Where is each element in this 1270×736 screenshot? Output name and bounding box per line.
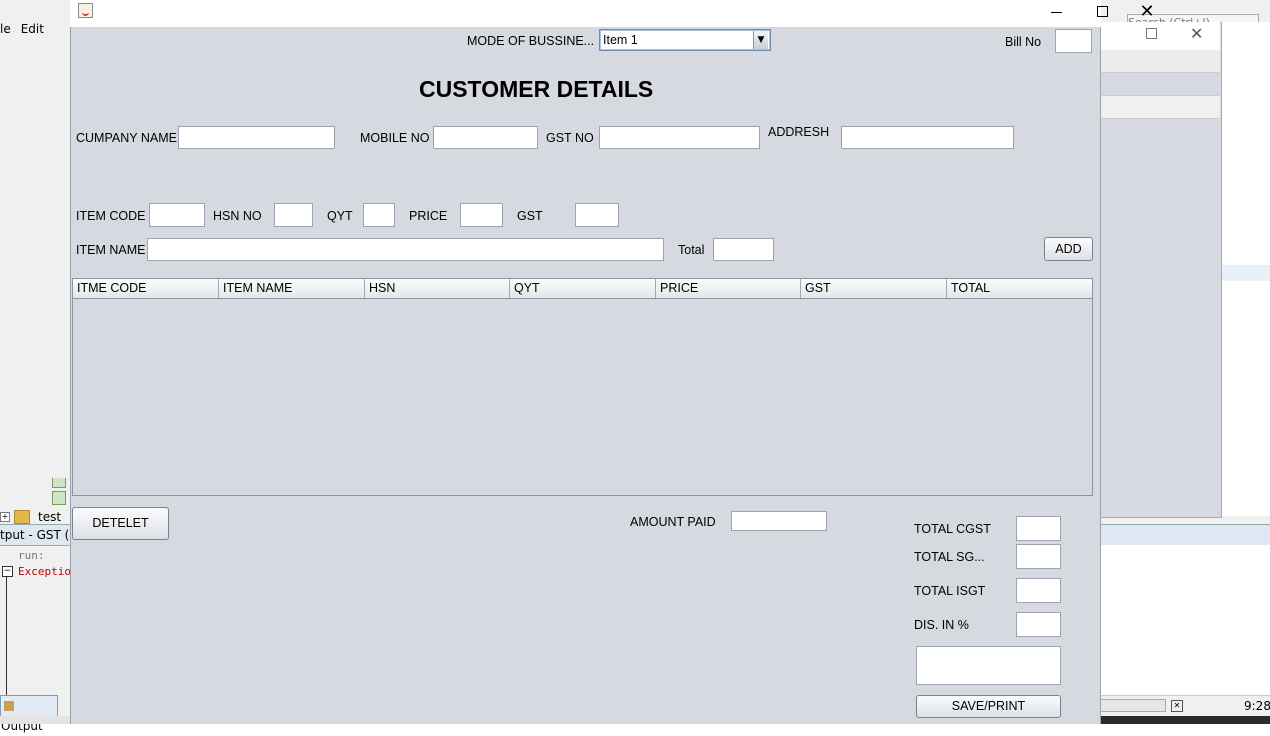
progress-bar (1100, 699, 1166, 712)
total-cgst-label: TOTAL CGST (914, 522, 991, 536)
item-code-label: ITEM CODE (76, 209, 146, 223)
minimize-icon[interactable] (1035, 0, 1079, 24)
company-name-label: CUMPANY NAME (76, 131, 177, 145)
main-window-titlebar[interactable]: ✕ (70, 0, 1155, 27)
gst-no-label: GST NO (546, 131, 594, 145)
qty-input[interactable] (363, 203, 395, 227)
column-header-hsn[interactable]: HSN (365, 279, 510, 298)
items-table-header: ITME CODE ITEM NAME HSN QYT PRICE GST TO… (73, 279, 1092, 299)
qty-label: QYT (327, 209, 353, 223)
total-isgt-input[interactable] (1016, 578, 1061, 603)
project-tree-item[interactable]: test (38, 510, 61, 524)
collapse-icon[interactable]: − (2, 566, 13, 577)
status-icon[interactable]: ✕ (1171, 700, 1183, 712)
expand-icon[interactable]: + (0, 512, 10, 522)
column-header-gst[interactable]: GST (801, 279, 947, 298)
file-icon (52, 478, 66, 488)
ide-menu-file[interactable]: le (0, 22, 11, 36)
folder-icon (14, 510, 30, 524)
output-panel-title: tput - GST (ru (0, 524, 70, 546)
ide-lower-panel-title (1100, 524, 1270, 546)
delete-button[interactable]: DETELET (72, 507, 169, 540)
ide-left-panel (0, 0, 70, 724)
column-header-qty[interactable]: QYT (510, 279, 656, 298)
discount-input[interactable] (1016, 612, 1061, 637)
ide-highlighted-row (1220, 265, 1270, 281)
file-icon (52, 491, 66, 505)
mode-select-value: Item 1 (603, 33, 638, 47)
total-input[interactable] (713, 238, 774, 261)
secondary-window-strip (1100, 95, 1220, 119)
ide-menu-edit[interactable]: Edit (21, 22, 44, 36)
total-isgt-label: TOTAL ISGT (914, 584, 986, 598)
items-table[interactable] (72, 278, 1093, 496)
output-exception-line: Exceptio (18, 565, 71, 578)
column-header-item-code[interactable]: ITME CODE (73, 279, 219, 298)
hsn-no-label: HSN NO (213, 209, 262, 223)
output-run-line: run: (18, 549, 45, 562)
add-button[interactable]: ADD (1044, 237, 1093, 261)
maximize-icon[interactable] (1080, 0, 1124, 24)
discount-label: DIS. IN % (914, 618, 969, 632)
java-app-icon (78, 3, 93, 18)
column-header-total[interactable]: TOTAL (947, 279, 1092, 298)
close-icon[interactable]: ✕ (1125, 0, 1169, 24)
output-icon (4, 701, 14, 711)
tree-guide-line (6, 577, 7, 695)
price-input[interactable] (460, 203, 503, 227)
ide-lower-panel (1100, 545, 1270, 695)
total-sgst-label: TOTAL SG... (914, 550, 985, 564)
amount-paid-input[interactable] (731, 511, 827, 531)
gst-label: GST (517, 209, 543, 223)
item-code-input[interactable] (149, 203, 205, 227)
item-name-label: ITEM NAME (76, 243, 146, 257)
ide-menubar: le Edit (0, 22, 54, 36)
item-name-input[interactable] (147, 238, 664, 261)
secondary-window-toolbar (1100, 50, 1220, 73)
company-name-input[interactable] (178, 126, 335, 149)
total-cgst-input[interactable] (1016, 516, 1061, 541)
grand-total-input[interactable] (916, 646, 1061, 685)
bill-no-label: Bill No (1005, 35, 1042, 49)
close-icon[interactable]: ✕ (1190, 24, 1203, 43)
output-tab[interactable]: Output (0, 695, 58, 733)
column-header-item-name[interactable]: ITEM NAME (219, 279, 365, 298)
gst-no-input[interactable] (599, 126, 760, 149)
clock: 9:28 (1244, 699, 1270, 713)
chevron-down-icon[interactable]: ▼ (753, 31, 768, 49)
address-input[interactable] (841, 126, 1014, 149)
gst-input[interactable] (575, 203, 619, 227)
mobile-no-label: MOBILE NO (360, 131, 430, 145)
amount-paid-label: AMOUNT PAID (630, 515, 716, 529)
maximize-icon[interactable] (1146, 28, 1157, 39)
page-title: CUSTOMER DETAILS (419, 76, 654, 102)
total-label: Total (678, 243, 705, 257)
hsn-no-input[interactable] (274, 203, 313, 227)
mobile-no-input[interactable] (433, 126, 538, 149)
save-print-button[interactable]: SAVE/PRINT (916, 695, 1061, 718)
address-label: ADDRESH (768, 125, 830, 139)
total-sgst-input[interactable] (1016, 544, 1061, 569)
mode-of-business-label: MODE OF BUSSINE... (467, 34, 595, 48)
bill-no-input[interactable] (1055, 29, 1092, 53)
column-header-price[interactable]: PRICE (656, 279, 801, 298)
price-label: PRICE (409, 209, 448, 223)
